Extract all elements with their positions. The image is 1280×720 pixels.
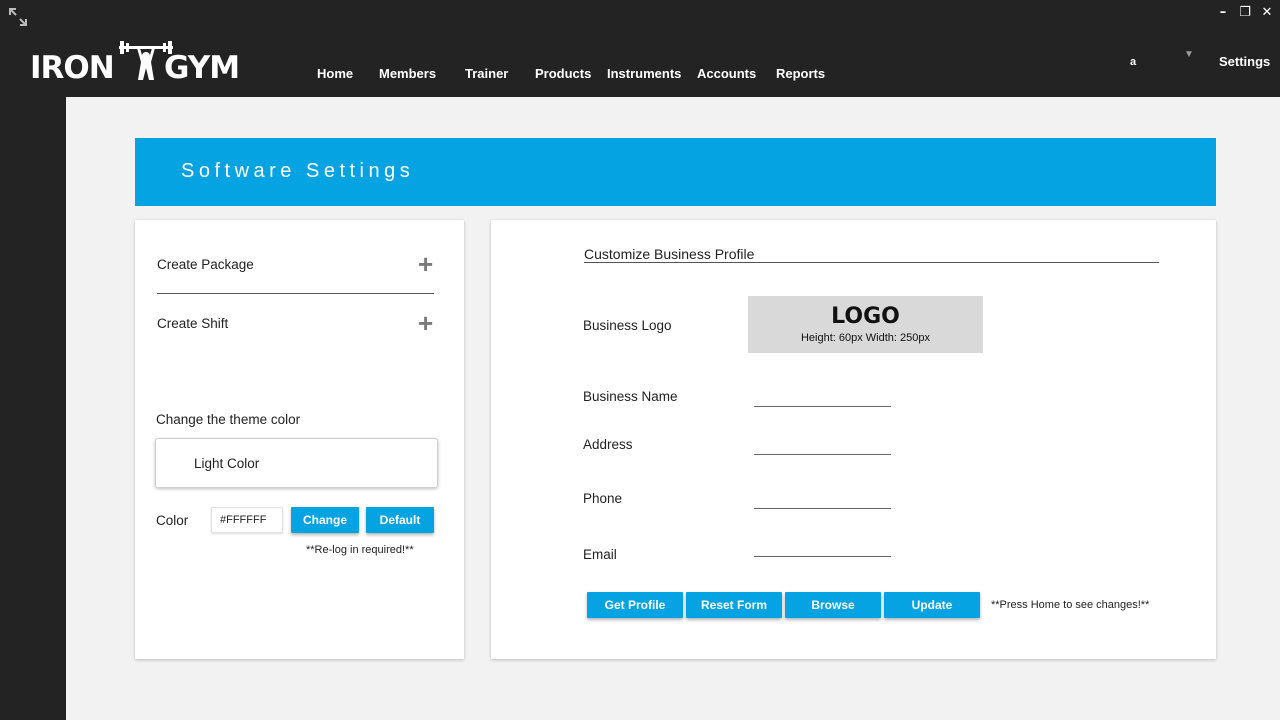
brand-logo-left: IRON <box>30 50 115 86</box>
nav-accounts[interactable]: Accounts <box>697 66 756 81</box>
get-profile-button[interactable]: Get Profile <box>587 592 683 618</box>
color-input[interactable] <box>211 507 283 533</box>
color-label: Color <box>156 513 189 528</box>
brand-logo: IRON GYM <box>30 38 246 88</box>
fullscreen-icon[interactable] <box>8 7 28 27</box>
nav-trainer[interactable]: Trainer <box>465 66 508 81</box>
create-package-label: Create Package <box>157 257 254 272</box>
nav-home[interactable]: Home <box>317 66 353 81</box>
add-package-icon[interactable]: + <box>418 251 433 277</box>
restore-icon[interactable]: ❐ <box>1238 6 1252 20</box>
nav-members[interactable]: Members <box>379 66 436 81</box>
chevron-down-icon[interactable]: ▼ <box>1184 49 1194 60</box>
brand-logo-right: GYM <box>164 50 240 86</box>
update-button[interactable]: Update <box>884 592 980 618</box>
address-field[interactable] <box>754 454 891 455</box>
theme-option-label: Light Color <box>194 456 260 471</box>
phone-field[interactable] <box>754 508 891 509</box>
nav-instruments[interactable]: Instruments <box>607 66 681 81</box>
top-bar: – ❐ ✕ IRON GYM Home Members Trainer Prod… <box>0 0 1280 97</box>
relog-note: **Re-log in required!** <box>306 544 414 556</box>
settings-left-panel: Create Package + Create Shift + Change t… <box>135 220 464 659</box>
minimize-icon[interactable]: – <box>1216 6 1230 20</box>
email-label: Email <box>583 547 617 562</box>
reset-form-button[interactable]: Reset Form <box>686 592 782 618</box>
settings-link[interactable]: Settings <box>1219 54 1270 69</box>
logo-placeholder[interactable]: LOGO Height: 60px Width: 250px <box>748 296 983 353</box>
default-color-button[interactable]: Default <box>366 507 434 533</box>
business-profile-panel: Customize Business Profile Business Logo… <box>491 220 1216 659</box>
section-heading: Customize Business Profile <box>584 246 755 262</box>
logo-placeholder-title: LOGO <box>831 304 900 329</box>
business-name-field[interactable] <box>754 406 891 407</box>
window-controls: – ❐ ✕ <box>1216 6 1274 20</box>
business-logo-label: Business Logo <box>583 318 672 333</box>
browse-button[interactable]: Browse <box>785 592 881 618</box>
divider <box>157 293 434 294</box>
left-sidebar <box>0 97 66 720</box>
business-name-label: Business Name <box>583 389 678 404</box>
home-note: **Press Home to see changes!** <box>991 599 1150 611</box>
logo-placeholder-size: Height: 60px Width: 250px <box>800 332 931 344</box>
change-color-button[interactable]: Change <box>291 507 359 533</box>
page-title: Software Settings <box>181 160 415 182</box>
phone-label: Phone <box>583 491 623 506</box>
nav-products[interactable]: Products <box>535 66 591 81</box>
email-field[interactable] <box>754 556 891 557</box>
add-shift-icon[interactable]: + <box>418 310 433 336</box>
theme-heading: Change the theme color <box>156 412 301 427</box>
user-name[interactable]: a <box>1130 56 1136 68</box>
address-label: Address <box>583 437 633 452</box>
page-header-banner: Software Settings <box>135 138 1216 206</box>
heading-underline <box>584 262 1159 263</box>
create-shift-label: Create Shift <box>157 316 229 331</box>
nav-reports[interactable]: Reports <box>776 66 825 81</box>
theme-select[interactable]: Light Color <box>155 438 438 488</box>
close-icon[interactable]: ✕ <box>1260 6 1274 20</box>
